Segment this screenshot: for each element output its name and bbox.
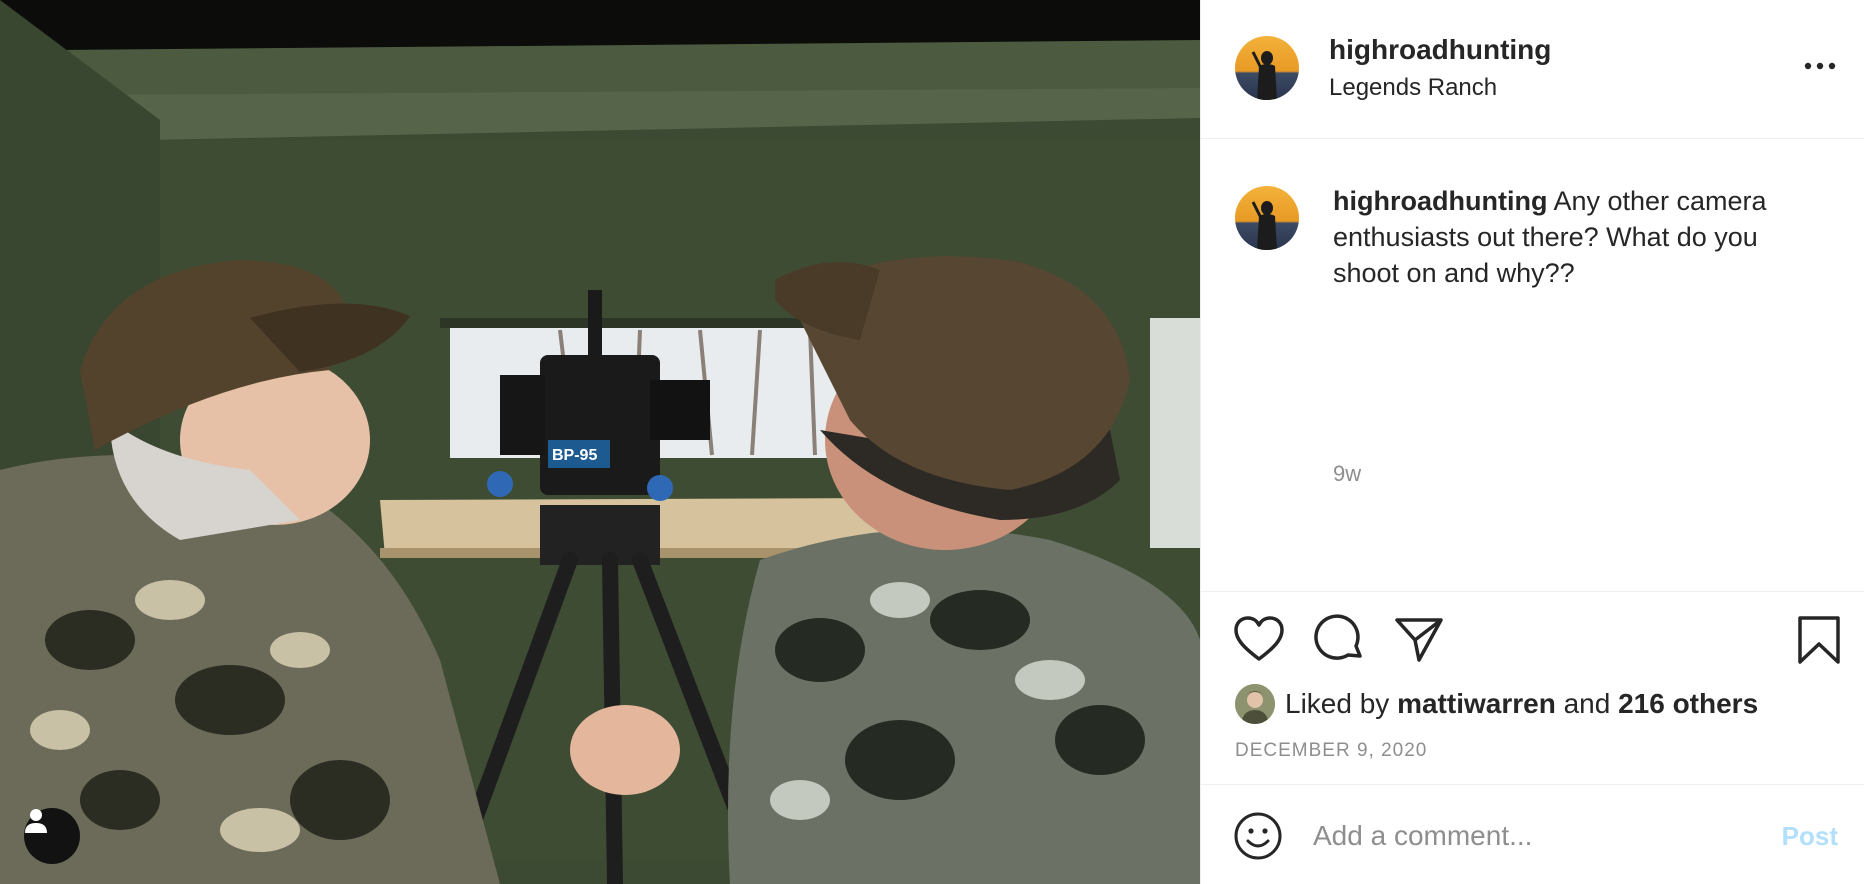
paper-plane-icon bbox=[1395, 618, 1443, 662]
likes-summary: Liked by mattiwarren and 216 others bbox=[1235, 682, 1758, 726]
like-button[interactable] bbox=[1233, 614, 1285, 666]
person-icon bbox=[25, 809, 47, 833]
user-tags-button[interactable] bbox=[24, 808, 80, 864]
share-button[interactable] bbox=[1393, 614, 1445, 666]
caption-author-avatar[interactable] bbox=[1235, 186, 1299, 250]
comment-button[interactable] bbox=[1313, 614, 1365, 666]
liker-username[interactable]: mattiwarren bbox=[1397, 688, 1556, 720]
caption-text: highroadhunting Any other camera enthusi… bbox=[1333, 183, 1823, 291]
liker-photo bbox=[1235, 684, 1275, 724]
comment-icon bbox=[1314, 614, 1362, 660]
comment-bar: Post bbox=[1201, 784, 1864, 884]
caption-username[interactable]: highroadhunting bbox=[1333, 186, 1547, 216]
post-side-panel: highroadhunting Legends Ranch highroadhu… bbox=[1200, 0, 1864, 884]
post-location[interactable]: Legends Ranch bbox=[1329, 74, 1497, 102]
comment-input[interactable] bbox=[1313, 811, 1733, 861]
post-photo[interactable]: BP-95 bbox=[0, 0, 1200, 884]
author-avatar[interactable] bbox=[1235, 36, 1299, 100]
bookmark-icon bbox=[1798, 616, 1840, 664]
instagram-post-view: BP-95 highroadhunting Legends Ranch high… bbox=[0, 0, 1864, 884]
hunter-silhouette bbox=[1251, 51, 1277, 100]
more-options-button[interactable] bbox=[1802, 54, 1838, 78]
post-header: highroadhunting Legends Ranch bbox=[1201, 0, 1864, 139]
caption-section: highroadhunting Any other camera enthusi… bbox=[1201, 139, 1864, 592]
heart-icon bbox=[1234, 616, 1284, 661]
action-bar bbox=[1201, 592, 1864, 666]
author-username[interactable]: highroadhunting bbox=[1329, 34, 1551, 66]
post-comment-button[interactable]: Post bbox=[1782, 821, 1838, 852]
likes-prefix: Liked by bbox=[1285, 688, 1390, 719]
hunter-silhouette bbox=[1251, 201, 1277, 250]
liker-avatar[interactable] bbox=[1235, 684, 1275, 724]
likes-joiner: and bbox=[1563, 688, 1611, 719]
photo-scene: BP-95 bbox=[0, 0, 1200, 884]
likes-others-link[interactable]: 216 others bbox=[1618, 688, 1758, 720]
post-date[interactable]: DECEMBER 9, 2020 bbox=[1235, 740, 1427, 762]
caption-timestamp[interactable]: 9w bbox=[1333, 461, 1361, 487]
save-button[interactable] bbox=[1793, 614, 1845, 666]
smiley-icon bbox=[1234, 812, 1282, 860]
more-options-icon bbox=[1804, 62, 1836, 70]
battery-label: BP-95 bbox=[552, 447, 597, 464]
emoji-button[interactable] bbox=[1233, 811, 1283, 861]
